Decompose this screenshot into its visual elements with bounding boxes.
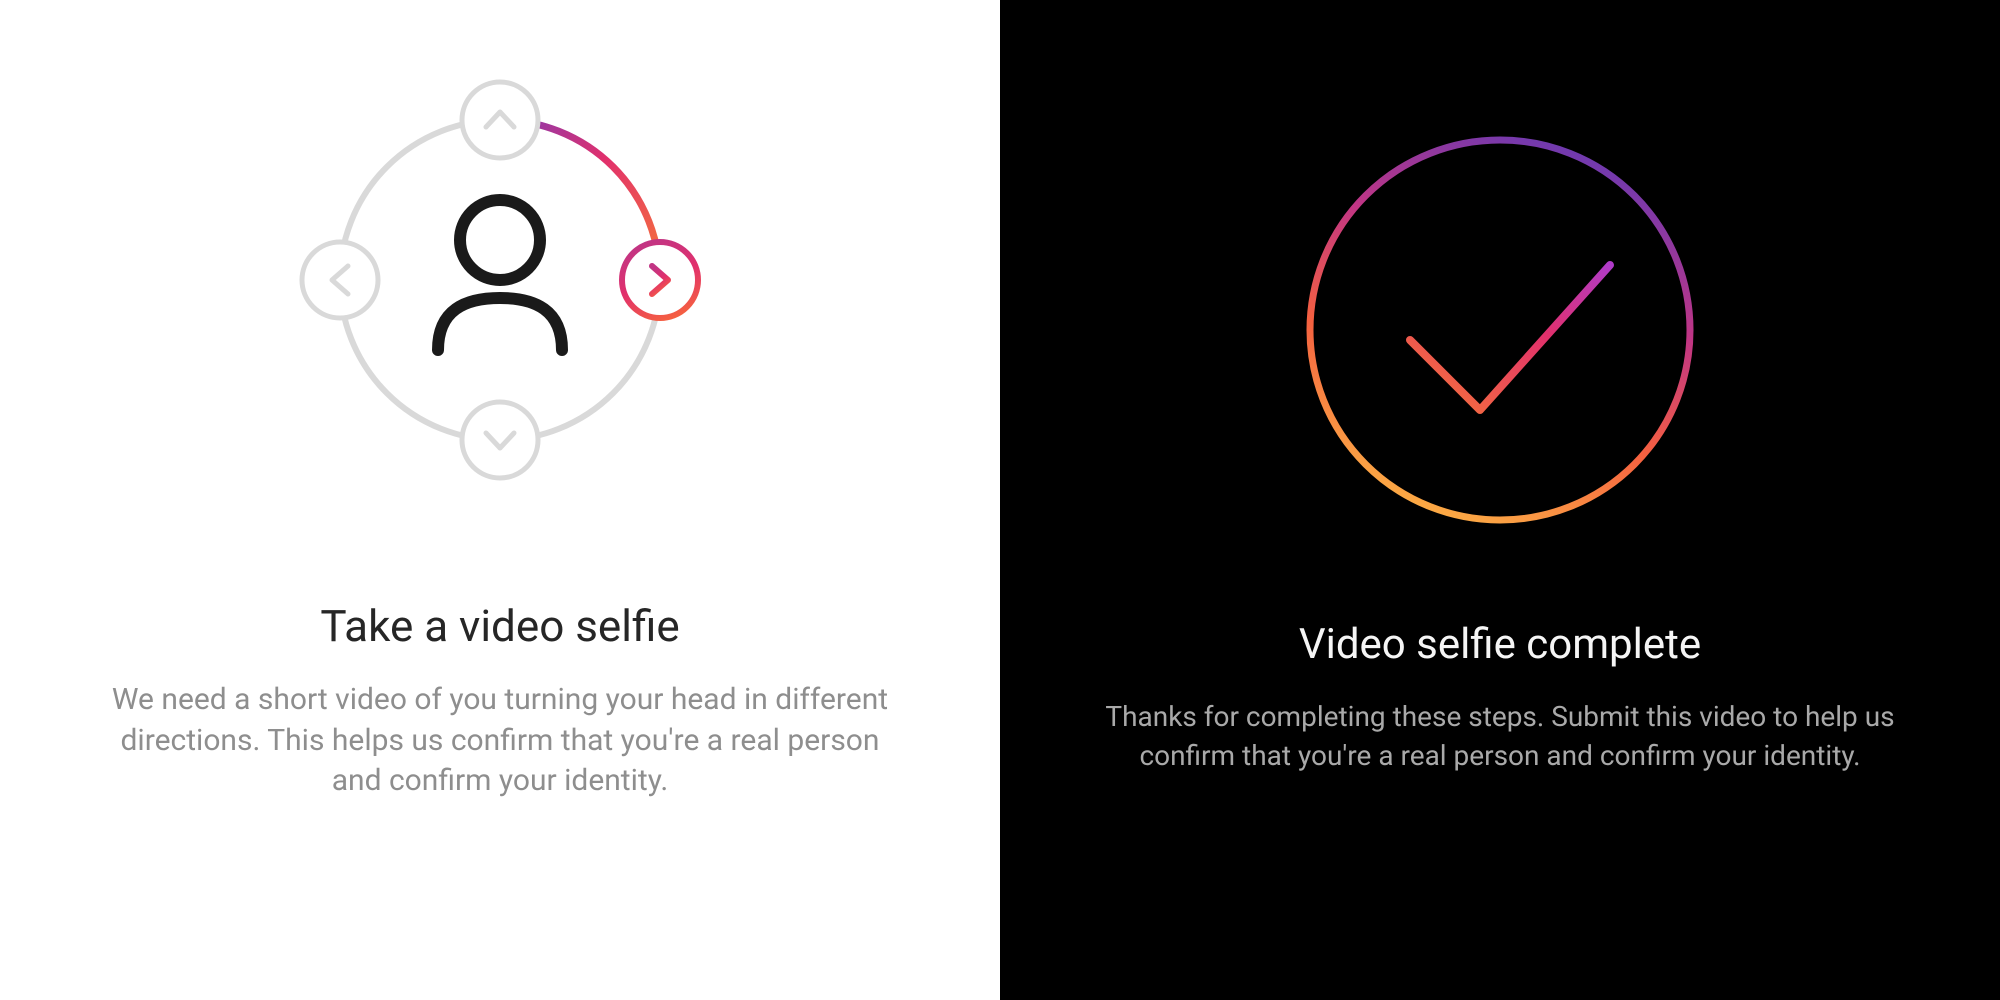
- intro-heading: Take a video selfie: [320, 600, 679, 652]
- checkmark-circle-icon: [1280, 110, 1720, 550]
- video-selfie-intro-panel: Take a video selfie We need a short vide…: [0, 0, 1000, 1000]
- direction-left-icon: [302, 242, 378, 318]
- intro-description: We need a short video of you turning you…: [110, 680, 890, 802]
- complete-illustration: [1060, 110, 1940, 550]
- person-icon: [438, 200, 562, 350]
- direction-down-icon: [462, 402, 538, 478]
- direction-up-icon: [462, 82, 538, 158]
- head-turn-direction-icon: [270, 50, 730, 510]
- head-turn-illustration: [60, 50, 940, 510]
- video-selfie-complete-panel: Video selfie complete Thanks for complet…: [1000, 0, 2000, 1000]
- complete-heading: Video selfie complete: [1299, 620, 1701, 669]
- direction-right-icon: [622, 242, 698, 318]
- complete-description: Thanks for completing these steps. Submi…: [1090, 697, 1910, 775]
